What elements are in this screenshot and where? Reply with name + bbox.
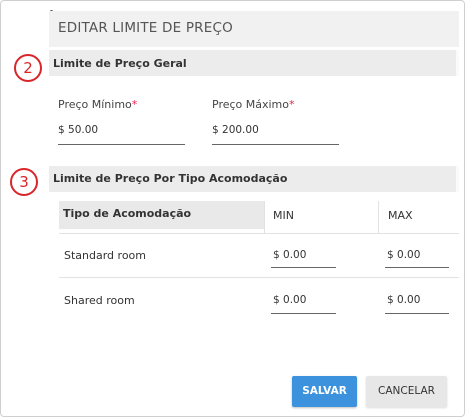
cancel-button[interactable]: CANCELAR xyxy=(366,376,447,407)
shared-room-min-underline xyxy=(271,313,336,314)
max-column-header: MAX xyxy=(388,209,413,222)
step-marker-3: 3 xyxy=(10,168,38,196)
shared-room-min-input[interactable]: $ 0.00 xyxy=(273,294,306,306)
dialog-title: EDITAR LIMITE DE PREÇO xyxy=(58,20,233,36)
min-price-underline xyxy=(58,144,185,145)
column-divider xyxy=(264,201,265,234)
shared-room-max-input[interactable]: $ 0.00 xyxy=(387,294,420,306)
shared-room-max-underline xyxy=(385,313,449,314)
column-divider xyxy=(378,201,379,234)
by-type-section-title: Limite de Preço Por Tipo Acomodação xyxy=(53,172,288,185)
row-standard-room-label: Standard room xyxy=(64,249,146,262)
header-divider xyxy=(59,233,459,234)
max-price-input[interactable]: $ 200.00 xyxy=(212,124,259,136)
row-divider xyxy=(59,277,459,278)
standard-room-max-input[interactable]: $ 0.00 xyxy=(387,249,420,261)
min-price-input[interactable]: $ 50.00 xyxy=(58,124,98,136)
general-section-title: Limite de Preço Geral xyxy=(53,57,187,70)
min-column-header: MIN xyxy=(273,209,294,222)
accommodation-column-header: Tipo de Acomodação xyxy=(63,207,192,220)
step-marker-2: 2 xyxy=(14,54,42,82)
min-price-label: Preço Mínimo* xyxy=(58,98,138,111)
save-button[interactable]: SALVAR xyxy=(292,376,357,407)
standard-room-min-input[interactable]: $ 0.00 xyxy=(273,249,306,261)
max-price-underline xyxy=(212,144,339,145)
standard-room-max-underline xyxy=(385,267,449,268)
max-price-label: Preço Máximo* xyxy=(212,98,295,111)
standard-room-min-underline xyxy=(271,267,336,268)
row-shared-room-label: Shared room xyxy=(64,294,135,307)
edit-price-limit-dialog: EDITAR LIMITE DE PREÇO 2 Limite de Preço… xyxy=(0,0,465,417)
